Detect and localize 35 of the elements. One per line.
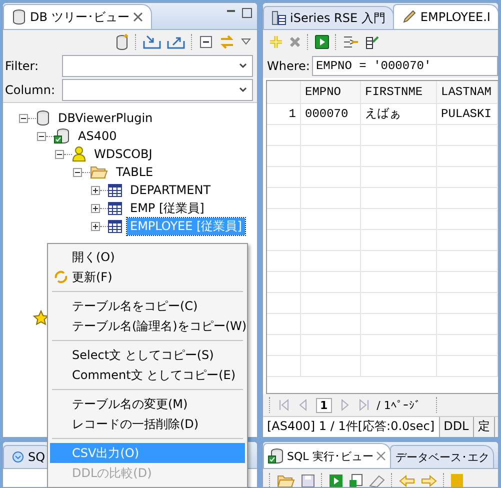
page-number-field[interactable]: 1 [316, 398, 332, 412]
column-header[interactable]: LASTNAM [437, 81, 498, 103]
column-header[interactable]: FIRSTNME [361, 81, 437, 103]
where-label: Where: [267, 59, 310, 73]
view-tab[interactable]: SQL 実行･ビュー [263, 443, 392, 468]
row-number: 1 [267, 104, 301, 124]
menu-item[interactable]: テーブル名(論理名)をコピー(W) [50, 316, 245, 336]
menu-item[interactable]: テーブル名をコピー(C) [50, 296, 245, 316]
where-field[interactable]: EMPNO = '000070' [312, 56, 498, 76]
tree-item[interactable]: WDSCOBJ [91, 147, 156, 161]
menu-item[interactable]: レコードの一括削除(D) [50, 414, 245, 434]
table-cell: PULASKI [437, 104, 498, 124]
result-tab[interactable]: DDL [440, 417, 474, 437]
menu-item[interactable]: 開く(O) [50, 247, 245, 267]
tree-item[interactable]: AS400 [75, 129, 120, 143]
menu-item[interactable]: Select文 としてコピー(S) [50, 345, 245, 365]
result-tab[interactable]: [AS400] 1 / 1件[応答:0.0sec] [263, 417, 440, 437]
column-label: Column: [5, 83, 56, 97]
page-count: / 1ﾍﾟｰｼﾞ [376, 398, 421, 412]
tree-item[interactable]: EMP [従業員] [127, 200, 208, 216]
editor-tab[interactable]: iSeries RSE 入門 [263, 6, 394, 29]
editor-tab[interactable]: EMPLOYEE.I [393, 4, 498, 29]
menu-item[interactable]: 更新(F) [50, 267, 245, 287]
tree-item[interactable]: TABLE [113, 165, 156, 179]
view-tab[interactable]: データベース･エク [390, 445, 494, 468]
filter-label: Filter: [5, 59, 40, 73]
view-tab[interactable]: DB ツリー･ビュー [3, 4, 152, 29]
column-header[interactable]: EMPNO [301, 81, 361, 103]
tree-item[interactable]: DEPARTMENT [127, 183, 214, 197]
result-tab[interactable]: 定 [474, 417, 495, 437]
table-cell: 000070 [301, 104, 361, 124]
tree-item[interactable]: DBViewerPlugin [55, 111, 156, 125]
menu-item[interactable]: テーブル名の変更(M) [50, 394, 245, 414]
menu-item[interactable]: Comment文 としてコピー(E) [50, 365, 245, 385]
table-cell: えばぁ [361, 104, 437, 124]
